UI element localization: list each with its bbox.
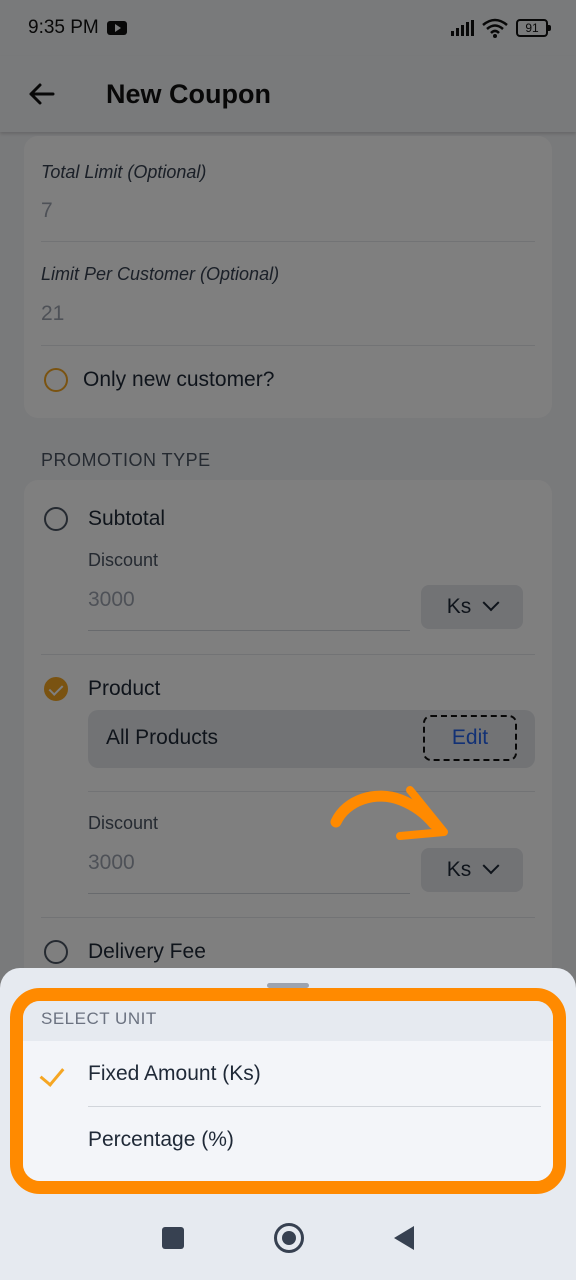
option-percentage[interactable]: Percentage (%): [23, 1107, 553, 1181]
select-unit-bottom-sheet: SELECT UNIT Fixed Amount (Ks) Percentage…: [0, 968, 576, 1280]
home-icon[interactable]: [274, 1223, 304, 1253]
option-fixed-amount[interactable]: Fixed Amount (Ks): [23, 1041, 553, 1107]
sheet-title: SELECT UNIT: [23, 1001, 553, 1041]
highlight-frame: SELECT UNIT Fixed Amount (Ks) Percentage…: [10, 988, 566, 1194]
system-nav-bar: [0, 1196, 576, 1280]
option-label: Percentage (%): [88, 1128, 234, 1151]
option-label: Fixed Amount (Ks): [88, 1062, 261, 1085]
checkmark-icon: [39, 1061, 65, 1087]
recents-icon[interactable]: [162, 1227, 184, 1249]
nav-back-icon[interactable]: [394, 1226, 414, 1250]
annotation-arrow-icon: [330, 786, 448, 840]
